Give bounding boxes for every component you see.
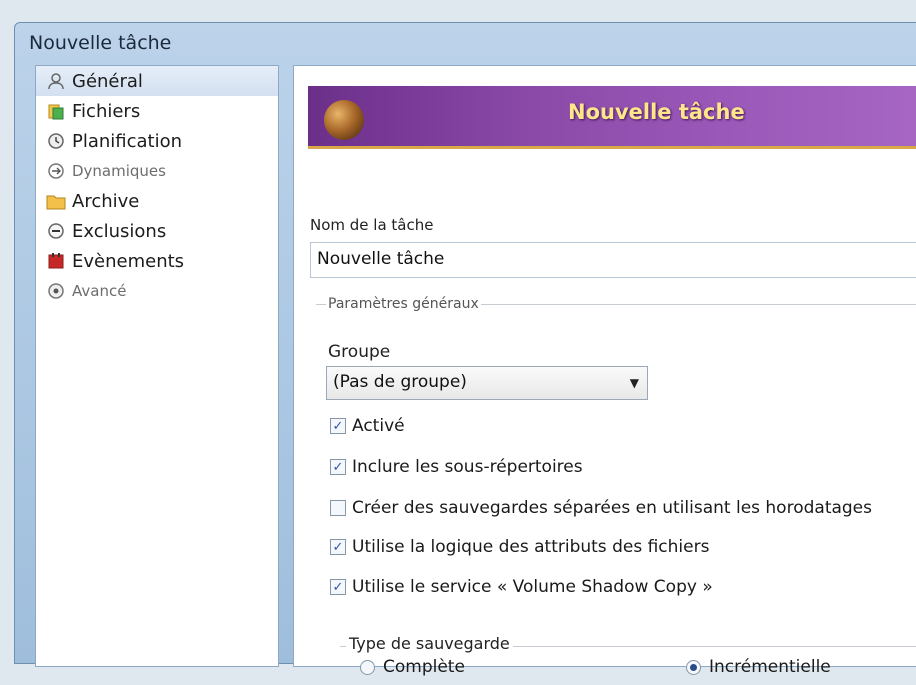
check-icon[interactable]: ✓ (330, 418, 346, 434)
general-settings-group (316, 304, 916, 685)
sidebar-item-label: Archive (72, 190, 140, 212)
checkbox-label: Activé (352, 416, 405, 436)
folder-icon (46, 191, 66, 211)
group-select[interactable]: (Pas de groupe) ▼ (326, 366, 648, 400)
sidebar-item-label: Général (72, 70, 143, 92)
checkbox-label: Créer des sauvegardes séparées en utilis… (352, 498, 873, 518)
sidebar-item-label: Fichiers (72, 100, 141, 122)
sidebar-item-label: Exclusions (72, 220, 167, 242)
main-panel: Nouvelle tâche Nom de la tâche Nouvelle … (293, 65, 916, 677)
radio-label: Incrémentielle (709, 657, 831, 677)
sidebar-item-label: Dynamiques (72, 162, 166, 180)
shadow-copy-checkbox-row[interactable]: ✓ Utilise le service « Volume Shadow Cop… (330, 577, 713, 597)
sidebar-item-files[interactable]: Fichiers (36, 96, 278, 126)
radio-incremental-backup[interactable]: Incrémentielle (686, 657, 831, 677)
general-settings-legend: Paramètres généraux (326, 296, 481, 312)
chevron-down-icon: ▼ (629, 376, 639, 390)
include-subdirs-checkbox-row[interactable]: ✓ Inclure les sous-répertoires (330, 457, 583, 477)
sidebar-item-label: Avancé (72, 282, 127, 300)
radio-button-selected[interactable] (686, 659, 701, 675)
group-select-value: (Pas de groupe) (333, 372, 467, 392)
files-icon (46, 101, 66, 121)
group-label: Groupe (328, 342, 391, 362)
radio-full-backup[interactable]: Complète (360, 657, 465, 677)
banner: Nouvelle tâche (308, 86, 916, 149)
checkbox-label: Utilise la logique des attributs des fic… (352, 537, 710, 557)
sidebar-item-dynamic[interactable]: Dynamiques (36, 156, 278, 186)
sidebar-item-advanced[interactable]: Avancé (36, 276, 278, 306)
check-icon[interactable]: ✓ (330, 459, 346, 475)
user-icon (46, 71, 66, 91)
sidebar-item-exclusions[interactable]: Exclusions (36, 216, 278, 246)
banner-title: Nouvelle tâche (568, 100, 745, 124)
radio-dot (690, 663, 697, 671)
window-title: Nouvelle tâche (29, 32, 172, 54)
sidebar-item-general[interactable]: Général (36, 66, 278, 96)
task-name-label: Nom de la tâche (310, 216, 434, 234)
sidebar-item-planification[interactable]: Planification (36, 126, 278, 156)
events-icon (46, 251, 66, 271)
sidebar-item-archive[interactable]: Archive (36, 186, 278, 216)
sidebar-item-events[interactable]: Evènements (36, 246, 278, 276)
sidebar: Général Fichiers Planification Dynamique… (35, 65, 279, 667)
separate-backups-checkbox-row[interactable]: Créer des sauvegardes séparées en utilis… (330, 498, 872, 518)
clock-icon (46, 131, 66, 151)
active-checkbox-row[interactable]: ✓ Activé (330, 416, 405, 436)
checkbox-label: Inclure les sous-répertoires (352, 457, 583, 477)
radio-button[interactable] (360, 659, 375, 675)
radio-label: Complète (383, 657, 465, 677)
planet-icon (324, 100, 364, 140)
advanced-icon (46, 281, 66, 301)
empty-checkbox[interactable] (330, 500, 346, 516)
task-name-input[interactable]: Nouvelle tâche (310, 242, 916, 278)
checkbox-label: Utilise le service « Volume Shadow Copy … (352, 577, 713, 597)
task-window: Nouvelle tâche Général Fichiers Planific… (14, 22, 916, 677)
check-icon[interactable]: ✓ (330, 579, 346, 595)
check-icon[interactable]: ✓ (330, 539, 346, 555)
minus-circle-icon (46, 221, 66, 241)
sidebar-item-label: Planification (72, 130, 183, 152)
dynamic-icon (46, 161, 66, 181)
sidebar-item-label: Evènements (72, 250, 185, 272)
file-attributes-checkbox-row[interactable]: ✓ Utilise la logique des attributs des f… (330, 537, 709, 557)
